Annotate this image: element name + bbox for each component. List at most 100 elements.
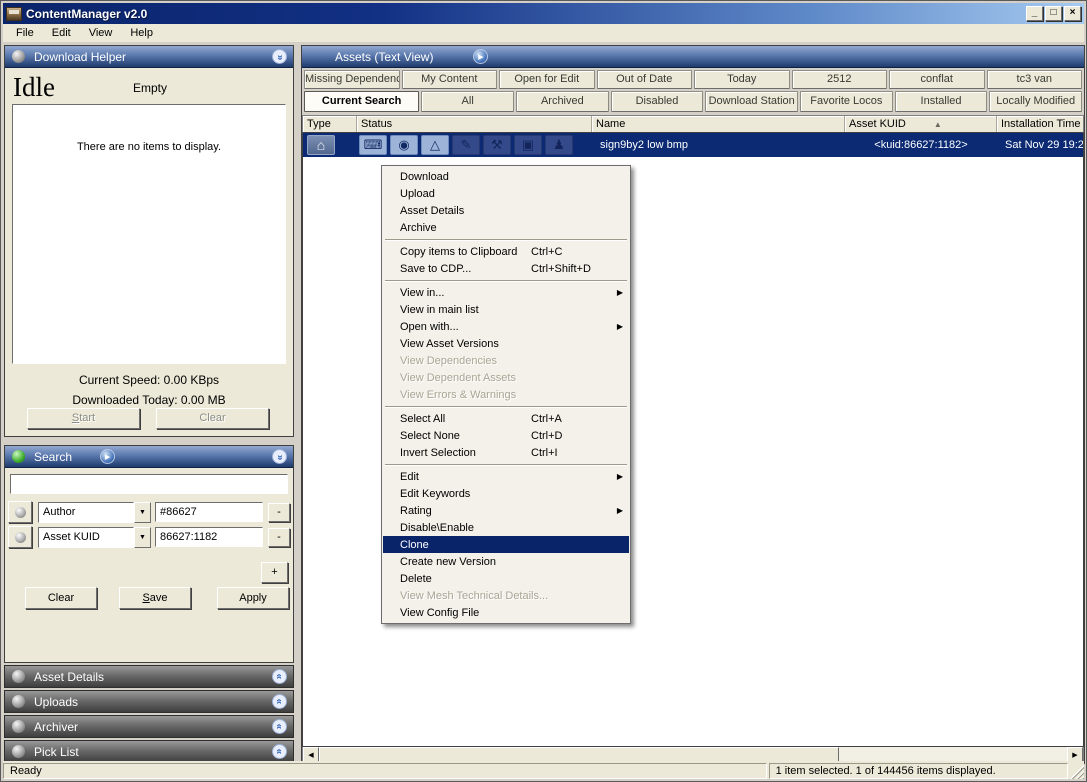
menu-bar-item[interactable]: File <box>7 25 43 41</box>
filter-tab[interactable]: 2512 <box>792 70 888 89</box>
context-menu-item[interactable]: Open with... ▶ <box>383 318 629 335</box>
context-menu-item[interactable]: Delete <box>383 570 629 587</box>
context-menu-item[interactable]: View Errors & Warnings <box>383 386 629 403</box>
panel-label: Asset Details <box>34 670 104 684</box>
selection-summary: 1 item selected. 1 of 144456 items displ… <box>769 763 1068 779</box>
filter-orb-icon <box>15 532 26 543</box>
context-menu-item[interactable]: Copy items to Clipboard Ctrl+C <box>383 243 629 260</box>
filter-tab[interactable]: conflat <box>889 70 985 89</box>
filter-tab[interactable]: All <box>421 91 514 112</box>
search-play-icon[interactable]: ▶ <box>100 449 115 464</box>
assets-play-icon[interactable]: ▶ <box>473 49 488 64</box>
minimize-icon[interactable]: _ <box>1026 6 1043 21</box>
filter-tab[interactable]: Today <box>694 70 790 89</box>
filter-tab[interactable]: Favorite Locos <box>800 91 893 112</box>
context-menu-item[interactable]: Create new Version <box>383 553 629 570</box>
remove-filter-button[interactable]: - <box>268 503 290 522</box>
context-menu-item[interactable]: Edit Keywords <box>383 485 629 502</box>
context-menu-item[interactable]: View in main list <box>383 301 629 318</box>
scroll-right-icon[interactable]: ▶ <box>1067 747 1083 762</box>
filter-toggle-button[interactable] <box>8 526 32 548</box>
search-title: Search <box>34 450 72 464</box>
add-filter-button[interactable]: + <box>261 562 288 583</box>
filter-tab[interactable]: Installed <box>895 91 988 112</box>
context-menu-item[interactable]: Disable\Enable <box>383 519 629 536</box>
filter-tab[interactable]: Disabled <box>611 91 704 112</box>
column-header[interactable]: Type <box>303 116 357 132</box>
context-menu-item[interactable]: Download <box>383 168 629 185</box>
download-helper-header[interactable]: Download Helper » <box>5 46 293 68</box>
close-icon[interactable]: × <box>1064 6 1081 21</box>
collapse-chevron-icon[interactable]: » <box>272 449 287 464</box>
search-query-input[interactable] <box>10 474 288 494</box>
collapsed-panel-bar[interactable]: Pick List » <box>4 740 294 763</box>
filter-value-input[interactable] <box>155 502 263 522</box>
window-controls: _ □ × <box>1026 6 1081 21</box>
start-button[interactable]: Start <box>27 408 140 429</box>
dropdown-arrow-icon[interactable]: ▼ <box>134 527 151 548</box>
clear-downloads-button[interactable]: Clear <box>156 408 269 429</box>
asset-row-selected[interactable]: ⌂ ⌨ ◉ △ ✎ ⚒ ▣ <box>303 133 1083 157</box>
context-menu-item[interactable]: View Mesh Technical Details... <box>383 587 629 604</box>
scroll-left-icon[interactable]: ◀ <box>303 747 319 762</box>
context-menu-item[interactable]: Archive <box>383 219 629 236</box>
scrollbar-thumb[interactable] <box>319 747 839 762</box>
context-menu-item[interactable]: Select None Ctrl+D <box>383 427 629 444</box>
content-manager-window: ContentManager v2.0 _ □ × File Edit View… <box>0 0 1087 782</box>
collapsed-panel-bar[interactable]: Asset Details » <box>4 665 294 688</box>
context-menu-item[interactable]: Upload <box>383 185 629 202</box>
column-header[interactable]: Asset KUID ▲ <box>845 116 997 132</box>
filter-tab[interactable]: My Content <box>402 70 498 89</box>
context-menu-item[interactable]: View in... ▶ <box>383 284 629 301</box>
filter-field-dropdown[interactable]: Asset KUID ▼ <box>38 527 151 548</box>
remove-filter-button[interactable]: - <box>268 528 290 547</box>
filter-toggle-button[interactable] <box>8 501 32 523</box>
menu-bar-item[interactable]: View <box>80 25 122 41</box>
menu-separator <box>385 406 627 407</box>
column-header[interactable]: Installation Time <box>997 116 1083 132</box>
menu-bar-item[interactable]: Edit <box>43 25 80 41</box>
filter-tab[interactable]: tc3 van <box>987 70 1083 89</box>
context-menu-item[interactable]: Asset Details <box>383 202 629 219</box>
filter-tab[interactable]: Archived <box>516 91 609 112</box>
expand-chevron-icon[interactable]: » <box>272 669 287 684</box>
filter-value-input[interactable] <box>155 527 263 547</box>
context-menu-item[interactable]: View Dependent Assets <box>383 369 629 386</box>
filter-tabs-row2: Current Search All Archived Disabled Dow… <box>302 89 1084 112</box>
expand-chevron-icon[interactable]: » <box>272 694 287 709</box>
context-menu-item[interactable]: Rating ▶ <box>383 502 629 519</box>
context-menu-item[interactable]: View Config File <box>383 604 629 621</box>
panel-label: Archiver <box>34 720 78 734</box>
filter-tab[interactable]: Out of Date <box>597 70 693 89</box>
resize-grip[interactable] <box>1070 765 1084 779</box>
context-menu-item[interactable]: Clone <box>383 536 629 553</box>
context-menu-item[interactable]: Edit ▶ <box>383 468 629 485</box>
collapsed-panel-bar[interactable]: Uploads » <box>4 690 294 713</box>
context-menu-item[interactable]: View Asset Versions <box>383 335 629 352</box>
column-header[interactable]: Name <box>592 116 845 132</box>
context-menu-item[interactable]: Select All Ctrl+A <box>383 410 629 427</box>
maximize-icon[interactable]: □ <box>1045 6 1062 21</box>
window-title: ContentManager v2.0 <box>26 7 147 21</box>
dropdown-arrow-icon[interactable]: ▼ <box>134 502 151 523</box>
filter-tab[interactable]: Download Station <box>705 91 798 112</box>
filter-tab[interactable]: Current Search <box>304 91 419 112</box>
search-header[interactable]: Search ▶ » <box>5 446 293 468</box>
expand-chevron-icon[interactable]: » <box>272 744 287 759</box>
download-queue-list[interactable]: There are no items to display. <box>12 104 286 364</box>
filter-tab[interactable]: Open for Edit <box>499 70 595 89</box>
clear-search-button[interactable]: Clear <box>25 587 97 609</box>
apply-search-button[interactable]: Apply <box>217 587 289 609</box>
context-menu-item[interactable]: Invert Selection Ctrl+I <box>383 444 629 461</box>
collapsed-panel-bar[interactable]: Archiver » <box>4 715 294 738</box>
column-header[interactable]: Status <box>357 116 592 132</box>
filter-field-dropdown[interactable]: Author ▼ <box>38 502 151 523</box>
filter-tab[interactable]: Locally Modified <box>989 91 1082 112</box>
menu-bar-item[interactable]: Help <box>121 25 162 41</box>
context-menu-item[interactable]: View Dependencies <box>383 352 629 369</box>
filter-tab[interactable]: Missing Dependencies <box>304 70 400 89</box>
save-search-button[interactable]: Save <box>119 587 191 609</box>
context-menu-item[interactable]: Save to CDP... Ctrl+Shift+D <box>383 260 629 277</box>
expand-chevron-icon[interactable]: » <box>272 719 287 734</box>
collapse-chevron-icon[interactable]: » <box>272 49 287 64</box>
